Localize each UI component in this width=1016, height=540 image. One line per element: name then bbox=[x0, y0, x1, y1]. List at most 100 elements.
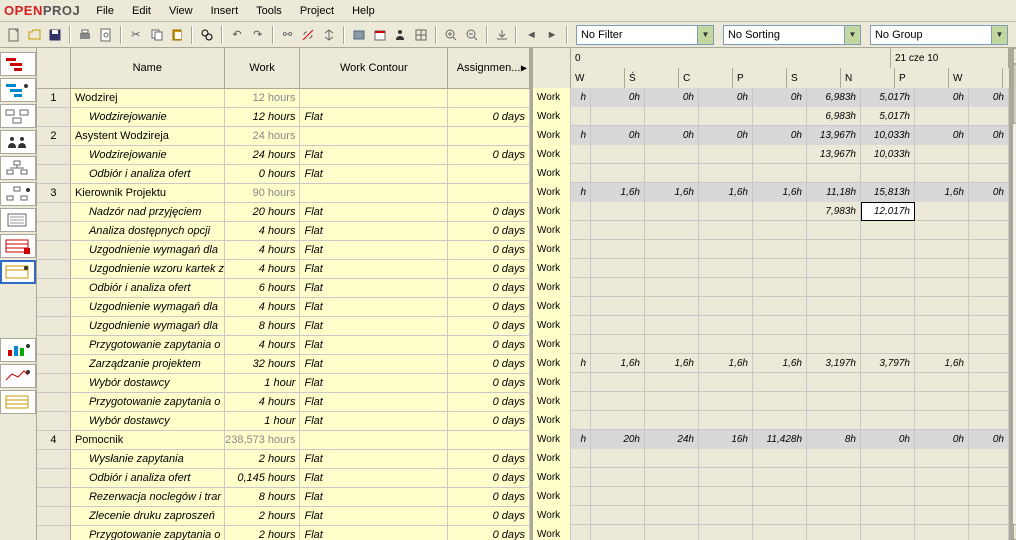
timephased-cell[interactable] bbox=[699, 506, 753, 525]
timephased-cell[interactable]: 0h bbox=[969, 126, 1009, 145]
timephased-cell[interactable] bbox=[753, 525, 807, 540]
cell-work[interactable]: 4 hours bbox=[225, 260, 301, 278]
timephased-cell[interactable] bbox=[915, 240, 969, 259]
sort-combo[interactable]: ▼ bbox=[723, 25, 861, 45]
timephased-cell[interactable] bbox=[591, 240, 645, 259]
find-icon[interactable] bbox=[197, 24, 217, 46]
timephased-cell[interactable]: 1,6h bbox=[645, 354, 699, 373]
timephased-cell[interactable] bbox=[861, 392, 915, 411]
cell-work[interactable]: 8 hours bbox=[225, 317, 301, 335]
table-row[interactable]: Wysłanie zapytania2 hoursFlat0 days bbox=[37, 450, 530, 469]
timephased-cell[interactable] bbox=[753, 278, 807, 297]
task-usage-view-icon[interactable] bbox=[0, 234, 36, 258]
timephased-cell[interactable] bbox=[969, 202, 1009, 221]
cell-work[interactable]: 0,145 hours bbox=[225, 469, 301, 487]
col-work[interactable]: Work bbox=[225, 48, 301, 88]
timephased-cell[interactable] bbox=[807, 392, 861, 411]
resources-view-icon[interactable] bbox=[0, 130, 36, 154]
timephased-cell[interactable] bbox=[969, 240, 1009, 259]
timephased-cell[interactable]: 24h bbox=[645, 430, 699, 449]
cell-name[interactable]: Rezerwacja noclegów i trar bbox=[71, 488, 225, 506]
timephased-cell[interactable] bbox=[807, 316, 861, 335]
cell-assign[interactable]: 0 days bbox=[448, 260, 530, 278]
cell-work[interactable]: 24 hours bbox=[225, 146, 301, 164]
cut-icon[interactable]: ✂ bbox=[126, 24, 146, 46]
timephased-cell[interactable]: 8h bbox=[807, 430, 861, 449]
cell-work[interactable]: 1 hour bbox=[225, 374, 301, 392]
timephased-cell[interactable] bbox=[915, 506, 969, 525]
table-row[interactable]: Zarządzanie projektem32 hoursFlat0 days bbox=[37, 355, 530, 374]
vertical-scrollbar[interactable]: ▲ ▼ bbox=[1012, 48, 1016, 540]
cell-name[interactable]: Wodzirejowanie bbox=[71, 108, 225, 126]
timephased-cell[interactable] bbox=[861, 240, 915, 259]
scroll-task-icon[interactable] bbox=[492, 24, 512, 46]
timephased-cell[interactable]: 11,428h bbox=[753, 430, 807, 449]
timephased-cell[interactable]: 0h bbox=[645, 126, 699, 145]
timephased-cell[interactable]: 0h bbox=[915, 88, 969, 107]
timephased-cell[interactable] bbox=[591, 145, 645, 164]
timephased-cell[interactable] bbox=[807, 259, 861, 278]
timephased-cell[interactable]: 0h bbox=[861, 430, 915, 449]
timephased-cell[interactable]: 3,197h bbox=[807, 354, 861, 373]
timephased-cell[interactable]: 0h bbox=[969, 88, 1009, 107]
cell-work[interactable]: 8 hours bbox=[225, 488, 301, 506]
table-row[interactable]: Uzgodnienie wymagań dla8 hoursFlat0 days bbox=[37, 317, 530, 336]
timephased-cell[interactable] bbox=[807, 164, 861, 183]
timephased-cell[interactable] bbox=[699, 487, 753, 506]
timephased-cell[interactable] bbox=[861, 164, 915, 183]
timephased-cell[interactable] bbox=[753, 297, 807, 316]
timephased-cell[interactable] bbox=[807, 525, 861, 540]
timephased-cell[interactable] bbox=[915, 164, 969, 183]
row-number[interactable] bbox=[37, 526, 71, 540]
cell-contour[interactable]: Flat bbox=[300, 450, 448, 468]
cell-name[interactable]: Zlecenie druku zaproszeń bbox=[71, 507, 225, 525]
timephased-cell[interactable] bbox=[807, 221, 861, 240]
timephased-cell[interactable] bbox=[645, 335, 699, 354]
timephased-cell[interactable] bbox=[571, 506, 591, 525]
timephased-cell[interactable] bbox=[645, 316, 699, 335]
timephased-row[interactable]: Work bbox=[533, 392, 1009, 411]
timephased-cell[interactable]: 0h bbox=[591, 126, 645, 145]
timephased-cell[interactable] bbox=[699, 335, 753, 354]
timephased-cell[interactable] bbox=[753, 202, 807, 221]
gantt-view-icon[interactable] bbox=[0, 52, 36, 76]
cell-assign[interactable]: 0 days bbox=[448, 203, 530, 221]
cell-contour[interactable]: Flat bbox=[300, 108, 448, 126]
timephased-cell[interactable] bbox=[571, 316, 591, 335]
timephased-cell[interactable]: 6,983h bbox=[807, 107, 861, 126]
timephased-cell[interactable] bbox=[591, 316, 645, 335]
timephased-cell[interactable]: 7,983h bbox=[807, 202, 861, 221]
timephased-cell[interactable] bbox=[915, 525, 969, 540]
row-number[interactable] bbox=[37, 355, 71, 373]
cell-contour[interactable]: Flat bbox=[300, 298, 448, 316]
timephased-cell[interactable]: 1,6h bbox=[591, 183, 645, 202]
menu-file[interactable]: File bbox=[88, 3, 122, 19]
cell-assign[interactable]: 0 days bbox=[448, 222, 530, 240]
chevron-down-icon[interactable]: ▼ bbox=[991, 26, 1007, 44]
cell-contour[interactable]: Flat bbox=[300, 222, 448, 240]
timephased-cell[interactable] bbox=[807, 468, 861, 487]
timephased-cell[interactable] bbox=[571, 525, 591, 540]
timephased-cell[interactable] bbox=[571, 392, 591, 411]
timephased-cell[interactable]: 0h bbox=[915, 126, 969, 145]
timephased-cell[interactable] bbox=[571, 202, 591, 221]
timephased-cell[interactable] bbox=[591, 525, 645, 540]
timephased-cell[interactable]: 1,6h bbox=[591, 354, 645, 373]
timephased-cell[interactable]: 0h bbox=[645, 88, 699, 107]
redo-icon[interactable]: ↷ bbox=[248, 24, 268, 46]
cell-contour[interactable] bbox=[300, 127, 448, 145]
timephased-cell[interactable] bbox=[645, 449, 699, 468]
cell-assign[interactable]: 0 days bbox=[448, 298, 530, 316]
cell-assign[interactable]: 0 days bbox=[448, 450, 530, 468]
timephased-cell[interactable] bbox=[645, 297, 699, 316]
col-contour[interactable]: Work Contour bbox=[300, 48, 448, 88]
row-number[interactable] bbox=[37, 146, 71, 164]
timephased-cell[interactable]: h bbox=[571, 430, 591, 449]
timephased-cell[interactable] bbox=[807, 449, 861, 468]
timephased-cell[interactable] bbox=[699, 107, 753, 126]
timephased-cell[interactable] bbox=[915, 278, 969, 297]
timephased-row[interactable]: Work bbox=[533, 468, 1009, 487]
row-number[interactable] bbox=[37, 279, 71, 297]
histogram-view-icon[interactable] bbox=[0, 338, 36, 362]
timephased-cell[interactable]: 1,6h bbox=[915, 354, 969, 373]
